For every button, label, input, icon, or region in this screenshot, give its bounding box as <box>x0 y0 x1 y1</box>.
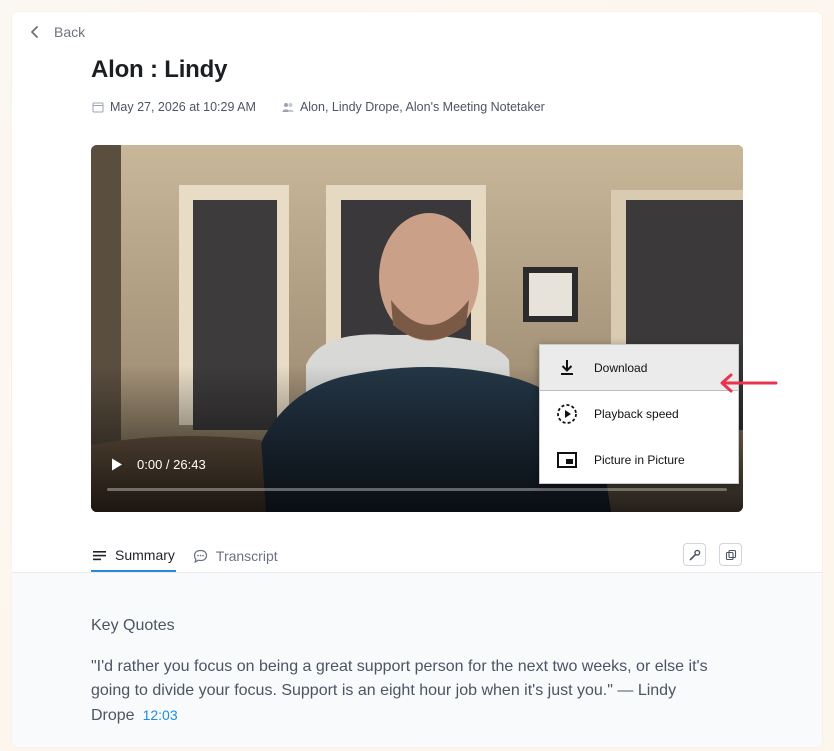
meeting-participants: Alon, Lindy Drope, Alon's Meeting Noteta… <box>282 100 545 114</box>
meeting-card: Back Alon : Lindy May 27, 2026 at 10:29 … <box>12 12 822 747</box>
tab-transcript[interactable]: Transcript <box>192 540 279 572</box>
menu-item-label: Playback speed <box>594 407 679 421</box>
download-icon <box>561 359 573 375</box>
lines-icon <box>93 550 106 560</box>
menu-item-label: Picture in Picture <box>594 453 685 467</box>
picture-in-picture-icon <box>557 452 577 468</box>
progress-bar[interactable] <box>107 488 727 491</box>
wrench-button[interactable] <box>683 543 706 566</box>
meeting-date: May 27, 2026 at 10:29 AM <box>92 100 256 114</box>
chat-bubble-icon <box>193 549 208 563</box>
people-icon <box>282 103 294 112</box>
copy-button[interactable] <box>719 543 742 566</box>
quote-timestamp-link[interactable]: 12:03 <box>143 707 178 723</box>
chevron-left-icon <box>31 26 38 38</box>
calendar-icon <box>92 102 104 113</box>
menu-item-label: Download <box>594 360 648 375</box>
time-display: 0:00 / 26:43 <box>137 457 206 472</box>
copy-icon <box>725 549 736 560</box>
tab-summary[interactable]: Summary <box>91 540 176 572</box>
play-icon[interactable] <box>111 458 123 471</box>
key-quote: "I'd rather you focus on being a great s… <box>91 655 751 728</box>
back-button[interactable]: Back <box>30 24 85 40</box>
tab-label: Transcript <box>215 548 278 564</box>
meeting-meta: May 27, 2026 at 10:29 AM Alon, Lindy Dro… <box>92 100 571 114</box>
section-title-key-quotes: Key Quotes <box>91 617 175 634</box>
back-label: Back <box>54 24 86 40</box>
content-tabs: Summary Transcript <box>91 540 279 572</box>
participants-text: Alon, Lindy Drope, Alon's Meeting Noteta… <box>299 100 545 114</box>
player-controls: 0:00 / 26:43 <box>111 457 206 472</box>
menu-item-download[interactable]: Download <box>540 345 738 391</box>
page-title: Alon : Lindy <box>91 56 228 83</box>
meeting-date-text: May 27, 2026 at 10:29 AM <box>110 100 256 114</box>
red-arrow-icon <box>720 373 778 393</box>
quote-text: "I'd rather you focus on being a great s… <box>91 658 708 724</box>
player-options-menu: Download Playback speed Picture in Pictu… <box>539 344 739 484</box>
playback-speed-icon <box>557 404 577 424</box>
wrench-icon <box>689 549 700 560</box>
menu-item-picture-in-picture[interactable]: Picture in Picture <box>540 437 738 483</box>
tab-label: Summary <box>115 547 175 563</box>
menu-item-playback-speed[interactable]: Playback speed <box>540 391 738 437</box>
video-player[interactable]: 0:00 / 26:43 Download Playback speed Pic… <box>91 145 743 512</box>
